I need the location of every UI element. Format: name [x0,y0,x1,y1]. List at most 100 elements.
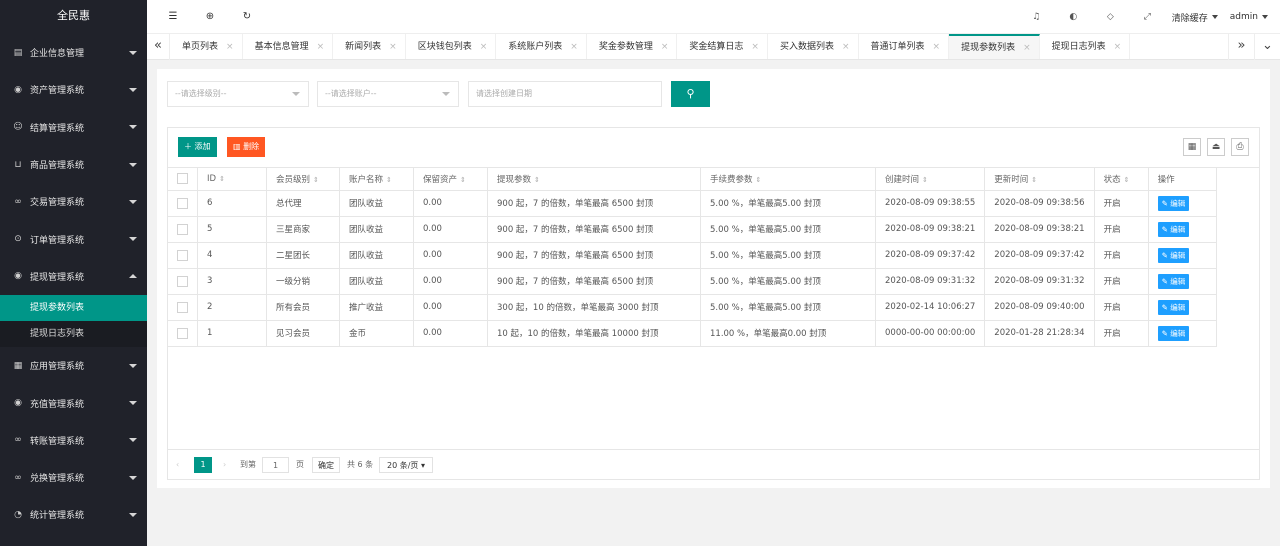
export-icon[interactable]: ⏏ [1207,138,1225,156]
close-icon[interactable]: × [933,34,941,59]
refresh-icon[interactable]: ↻ [240,10,254,24]
date-input[interactable]: 请选择创建日期 [468,81,662,107]
table-row[interactable]: 5 三星商家 团队收益 0.00 900 起，7 的倍数，单笔最高 6500 封顶 5.0… [168,216,1217,243]
cell-account: 金币 [339,320,414,347]
confirm-button[interactable]: 确定 [312,457,340,473]
tab-withdraw-params[interactable]: 提现参数列表 × [949,34,1040,59]
col-id[interactable]: ID ⇕ [197,168,267,191]
edit-button[interactable]: ✎ 编辑 [1157,195,1190,211]
close-icon[interactable]: × [842,34,850,59]
account-select[interactable]: --请选择账户-- [317,81,459,107]
sidebar-item-settlement[interactable]: ☺ 结算管理系统 [0,109,147,146]
sidebar-item-recharge[interactable]: ◉ 充值管理系统 [0,384,147,421]
close-icon[interactable]: × [1114,34,1122,59]
close-icon[interactable]: × [570,34,578,59]
row-checkbox[interactable] [177,327,188,339]
sidebar-subitem-withdraw-log[interactable]: 提现日志列表 [0,321,147,347]
prev-page-icon[interactable]: ‹ [176,457,179,473]
table-row[interactable]: 4 二星团长 团队收益 0.00 900 起，7 的倍数，单笔最高 6500 封顶 5.0… [168,242,1217,269]
theme-icon[interactable]: ◐ [1055,12,1092,22]
col-account[interactable]: 账户名称 ⇕ [339,168,414,191]
tab-normal-orders[interactable]: 普通订单列表 × [859,34,950,59]
row-checkbox[interactable] [177,197,188,209]
row-checkbox[interactable] [177,223,188,235]
per-page-select[interactable]: 20 条/页 ▾ [379,457,433,473]
sidebar-item-transfer[interactable]: ∞ 转账管理系统 [0,422,147,459]
edit-button[interactable]: ✎ 编辑 [1157,325,1190,341]
table-row[interactable]: 2 所有会员 推广收益 0.00 300 起，10 的倍数，单笔最高 3000 封顶 5.… [168,294,1217,321]
close-icon[interactable]: × [389,34,397,59]
columns-filter-icon[interactable]: ▦ [1183,138,1201,156]
edit-button[interactable]: ✎ 编辑 [1157,247,1190,263]
close-icon[interactable]: × [480,34,488,59]
close-icon[interactable]: × [317,34,325,59]
page-current[interactable]: 1 [194,457,212,473]
row-checkbox[interactable] [177,249,188,261]
edit-button[interactable]: ✎ 编辑 [1157,273,1190,289]
tab-label: 普通订单列表 [870,42,925,52]
tabs-scroll-left-icon[interactable]: « [147,34,170,60]
add-button-label: 添加 [194,142,211,151]
chevron-down-icon [442,92,450,96]
user-menu[interactable]: admin [1224,12,1280,22]
tab-bonus-params[interactable]: 奖金参数管理 × [587,34,678,59]
delete-button[interactable]: ▥ 删除 [227,137,266,157]
goto-page-input[interactable]: 1 [262,457,289,473]
close-icon[interactable]: × [1023,37,1031,59]
tag-icon[interactable]: ◇ [1092,12,1129,22]
tab-page-list[interactable]: 单页列表 × [170,34,243,59]
clear-cache-menu[interactable]: 清除缓存 [1166,11,1224,24]
col-label: 账户名称 [349,174,384,185]
select-all-checkbox[interactable] [177,173,188,185]
tab-block-wallet[interactable]: 区块钱包列表 × [406,34,497,59]
sidebar-item-enterprise[interactable]: ▤ 企业信息管理 [0,34,147,71]
tab-bonus-log[interactable]: 奖金结算日志 × [677,34,768,59]
col-level[interactable]: 会员级别 ⇕ [266,168,340,191]
search-button[interactable]: ⚲ [671,81,710,107]
pencil-icon: ✎ [1161,276,1168,286]
tabs-scroll-right-icon[interactable]: » [1228,34,1254,60]
sidebar-item-trade[interactable]: ∞ 交易管理系统 [0,183,147,220]
add-button[interactable]: ＋ 添加 [178,137,217,157]
level-select[interactable]: --请选择级别-- [167,81,309,107]
tabs-menu-chevron-icon[interactable]: ⌄ [1254,34,1280,60]
next-page-icon[interactable]: › [223,457,226,473]
close-icon[interactable]: × [661,34,669,59]
tab-system-accounts[interactable]: 系统账户列表 × [496,34,587,59]
col-reserve[interactable]: 保留资产 ⇕ [413,168,488,191]
table-row[interactable]: 3 一级分销 团队收益 0.00 900 起，7 的倍数，单笔最高 6500 封顶 5.0… [168,268,1217,295]
sidebar-item-exchange[interactable]: ∞ 兑换管理系统 [0,459,147,496]
table-row[interactable]: 1 见习会员 金币 0.00 10 起，10 的倍数，单笔最高 10000 封顶 11.0… [168,320,1217,347]
col-updated[interactable]: 更新时间 ⇕ [984,168,1095,191]
fullscreen-icon[interactable]: ⤢ [1129,12,1166,22]
sidebar-item-products[interactable]: ⊔ 商品管理系统 [0,146,147,183]
globe-icon[interactable]: ⊕ [203,10,217,24]
sidebar-item-assets[interactable]: ◉ 资产管理系统 [0,71,147,108]
tab-buy-data[interactable]: 买入数据列表 × [768,34,859,59]
row-select-cell [168,190,198,217]
cell-status: 开启 [1094,190,1149,217]
print-icon[interactable]: ⎙ [1231,138,1249,156]
tab-withdraw-log[interactable]: 提现日志列表 × [1040,34,1131,59]
menu-toggle-icon[interactable]: ☰ [166,10,180,24]
col-fee[interactable]: 手续费参数 ⇕ [700,168,876,191]
col-status[interactable]: 状态 ⇕ [1094,168,1149,191]
edit-button[interactable]: ✎ 编辑 [1157,299,1190,315]
sidebar-subitem-withdraw-params[interactable]: 提现参数列表 [0,295,147,322]
edit-button[interactable]: ✎ 编辑 [1157,221,1190,237]
close-icon[interactable]: × [751,34,759,59]
sidebar-item-apps[interactable]: ▦ 应用管理系统 [0,347,147,384]
sidebar-item-orders[interactable]: ⊙ 订单管理系统 [0,220,147,257]
table-row[interactable]: 6 总代理 团队收益 0.00 900 起，7 的倍数，单笔最高 6500 封顶 5.00… [168,190,1217,217]
col-created[interactable]: 创建时间 ⇕ [875,168,986,191]
sidebar-item-withdraw[interactable]: ◉ 提现管理系统 [0,258,147,295]
sidebar-item-stats[interactable]: ◔ 统计管理系统 [0,496,147,533]
close-icon[interactable]: × [226,34,234,59]
row-checkbox[interactable] [177,275,188,287]
sort-icon: ⇕ [1123,175,1130,184]
row-checkbox[interactable] [177,301,188,313]
tab-news[interactable]: 新闻列表 × [333,34,406,59]
bell-icon[interactable]: ♫ [1018,12,1055,22]
col-withdraw[interactable]: 提现参数 ⇕ [487,168,701,191]
tab-basic-info[interactable]: 基本信息管理 × [243,34,334,59]
